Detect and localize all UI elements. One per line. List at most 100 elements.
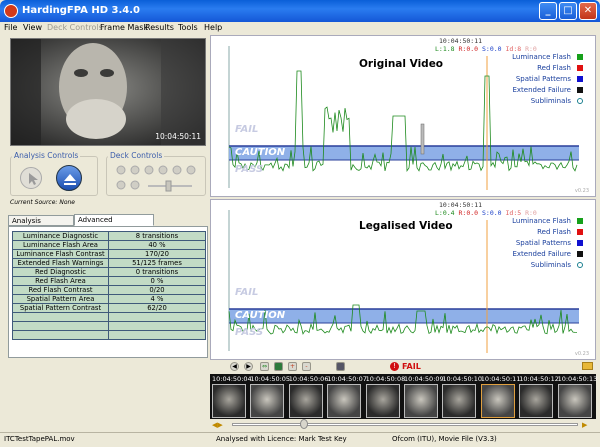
menu-tools[interactable]: Tools bbox=[178, 23, 198, 32]
deck-rewind-button[interactable] bbox=[116, 165, 126, 175]
analyze-button[interactable] bbox=[20, 167, 42, 189]
zoom-out-icon[interactable]: - bbox=[302, 362, 311, 371]
summary-value bbox=[108, 330, 206, 340]
filmstrip-timecode: 10:04:50:09 bbox=[404, 375, 444, 383]
deck-forward-button[interactable] bbox=[172, 165, 182, 175]
menu-file[interactable]: File bbox=[4, 23, 17, 32]
scrub-right-arrow[interactable]: ▶ bbox=[582, 421, 587, 429]
filmstrip-frame[interactable] bbox=[519, 384, 554, 418]
summary-row: Red Flash Area 0 % bbox=[12, 276, 206, 286]
summary-value: 40 % bbox=[108, 240, 206, 250]
result-label: FAIL bbox=[402, 362, 421, 371]
link-icon[interactable]: ⇔ bbox=[260, 362, 269, 371]
filmstrip-frame[interactable] bbox=[250, 384, 285, 418]
video-timecode: 10:04:50:11 bbox=[155, 132, 201, 141]
legend-swatch bbox=[577, 218, 583, 224]
filmstrip-frame[interactable] bbox=[404, 384, 438, 418]
menu-view[interactable]: View bbox=[23, 23, 42, 32]
deck-play-button[interactable] bbox=[158, 165, 168, 175]
filmstrip-frame[interactable] bbox=[365, 384, 400, 418]
status-standard: Ofcom (ITU), Movie File (V3.3) bbox=[392, 435, 497, 443]
prev-button[interactable]: ◀ bbox=[230, 362, 239, 371]
summary-value: 0/20 bbox=[108, 285, 206, 295]
filmstrip-timecode: 10:04:50:11 bbox=[480, 375, 521, 383]
summary-label bbox=[12, 321, 109, 331]
title-bar: HardingFPA HD 3.4.0 _ □ ✕ bbox=[0, 0, 600, 22]
camera-icon[interactable] bbox=[336, 362, 345, 371]
zone-label-fail: FAIL bbox=[235, 124, 259, 135]
filmstrip-frame[interactable] bbox=[327, 384, 362, 418]
menu-bar: File View Deck Controls Frame Mask Resul… bbox=[0, 22, 600, 34]
filmstrip[interactable]: 10:04:50:04 10:04:50:05 10:04:50:06 10:04:5… bbox=[210, 374, 597, 419]
scrub-left-arrow[interactable]: ◀▶ bbox=[212, 421, 223, 429]
legend-swatch bbox=[577, 229, 583, 235]
tab-analysis-summary[interactable]: Analysis Summary bbox=[8, 215, 74, 235]
summary-panel: Luminance Diagnostic 8 transitions Luminan… bbox=[8, 226, 208, 358]
filmstrip-frame[interactable] bbox=[557, 384, 592, 418]
legend-label: Spatial Patterns bbox=[515, 75, 571, 83]
summary-value: 0 % bbox=[108, 276, 206, 286]
menu-help[interactable]: Help bbox=[204, 23, 222, 32]
close-button[interactable]: ✕ bbox=[579, 2, 597, 20]
maximize-button[interactable]: □ bbox=[559, 2, 577, 20]
summary-label: Red Diagnostic bbox=[12, 267, 109, 277]
status-bar: ITCTestTapePAL.mov Analysed with Licence… bbox=[0, 432, 600, 447]
zoom-in-icon[interactable]: + bbox=[288, 362, 297, 371]
legend-swatch bbox=[577, 54, 583, 60]
summary-value: 0 transitions bbox=[108, 267, 206, 277]
legend-swatch bbox=[577, 76, 583, 82]
playback-controls: ◀ ▶ ⇔ + - ! FAIL bbox=[210, 362, 596, 374]
filmstrip-frame[interactable] bbox=[288, 384, 323, 418]
menu-frame-mask[interactable]: Frame Mask bbox=[100, 23, 148, 32]
filmstrip-timecode: 10:04:50:12 bbox=[519, 375, 559, 383]
tab-advanced-information[interactable]: Advanced Information bbox=[74, 214, 154, 234]
cursor-icon bbox=[29, 173, 38, 185]
zone-label-pass: PASS bbox=[235, 327, 264, 338]
summary-row bbox=[12, 321, 206, 331]
zone-label-fail: FAIL bbox=[235, 287, 259, 298]
eject-button[interactable] bbox=[56, 165, 82, 191]
window-title: HardingFPA HD 3.4.0 bbox=[22, 5, 140, 16]
graph-corner-label: v0.23 bbox=[574, 351, 589, 357]
menu-results[interactable]: Results bbox=[145, 23, 174, 32]
filmstrip-frame[interactable] bbox=[212, 384, 246, 418]
scrub-bar: ◀▶ ▶ bbox=[210, 419, 596, 430]
eject-icon bbox=[64, 174, 76, 185]
app-icon bbox=[4, 4, 18, 18]
summary-table: Luminance Diagnostic 8 transitions Luminan… bbox=[12, 231, 206, 340]
filmstrip-timecode: 10:04:50:07 bbox=[327, 375, 367, 383]
summary-label: Luminance Flash Contrast bbox=[12, 249, 109, 259]
deck-end-button[interactable] bbox=[186, 165, 196, 175]
grid-icon[interactable] bbox=[274, 362, 283, 371]
filmstrip-frame[interactable] bbox=[480, 384, 515, 418]
deck-record-button[interactable] bbox=[116, 180, 126, 190]
menu-deck-controls[interactable]: Deck Controls bbox=[47, 23, 103, 32]
current-source: Current Source: None bbox=[10, 199, 76, 206]
status-file: ITCTestTapePAL.mov bbox=[4, 435, 75, 443]
extended-failure-marker bbox=[420, 123, 425, 155]
deck-eject-button[interactable] bbox=[130, 180, 140, 190]
deck-stop-button[interactable] bbox=[144, 165, 154, 175]
legend-swatch bbox=[577, 240, 583, 246]
filmstrip-timecode: 10:04:50:08 bbox=[365, 375, 406, 383]
legend-label: Red Flash bbox=[537, 64, 571, 72]
folder-icon[interactable] bbox=[582, 362, 593, 370]
video-frame-image bbox=[11, 39, 205, 145]
summary-row: Luminance Flash Contrast 170/20 bbox=[12, 249, 206, 259]
legend-label: Extended Failure bbox=[512, 250, 571, 258]
scrub-handle[interactable] bbox=[300, 419, 308, 429]
deck-shuttle-slider[interactable] bbox=[165, 180, 172, 192]
legend-swatch bbox=[577, 65, 583, 71]
deck-controls-buttons bbox=[116, 165, 196, 192]
minimize-button[interactable]: _ bbox=[539, 2, 557, 20]
graph-corner-label: v0.23 bbox=[574, 188, 589, 194]
filmstrip-frame[interactable] bbox=[442, 384, 477, 418]
deck-controls-label: Deck Controls bbox=[108, 151, 165, 160]
legend-label: Subliminals bbox=[530, 261, 571, 269]
summary-value: 62/20 bbox=[108, 303, 206, 313]
summary-value: 4 % bbox=[108, 294, 206, 304]
legend-swatch bbox=[577, 262, 583, 268]
next-button[interactable]: ▶ bbox=[244, 362, 253, 371]
deck-back-button[interactable] bbox=[130, 165, 140, 175]
summary-value bbox=[108, 321, 206, 331]
